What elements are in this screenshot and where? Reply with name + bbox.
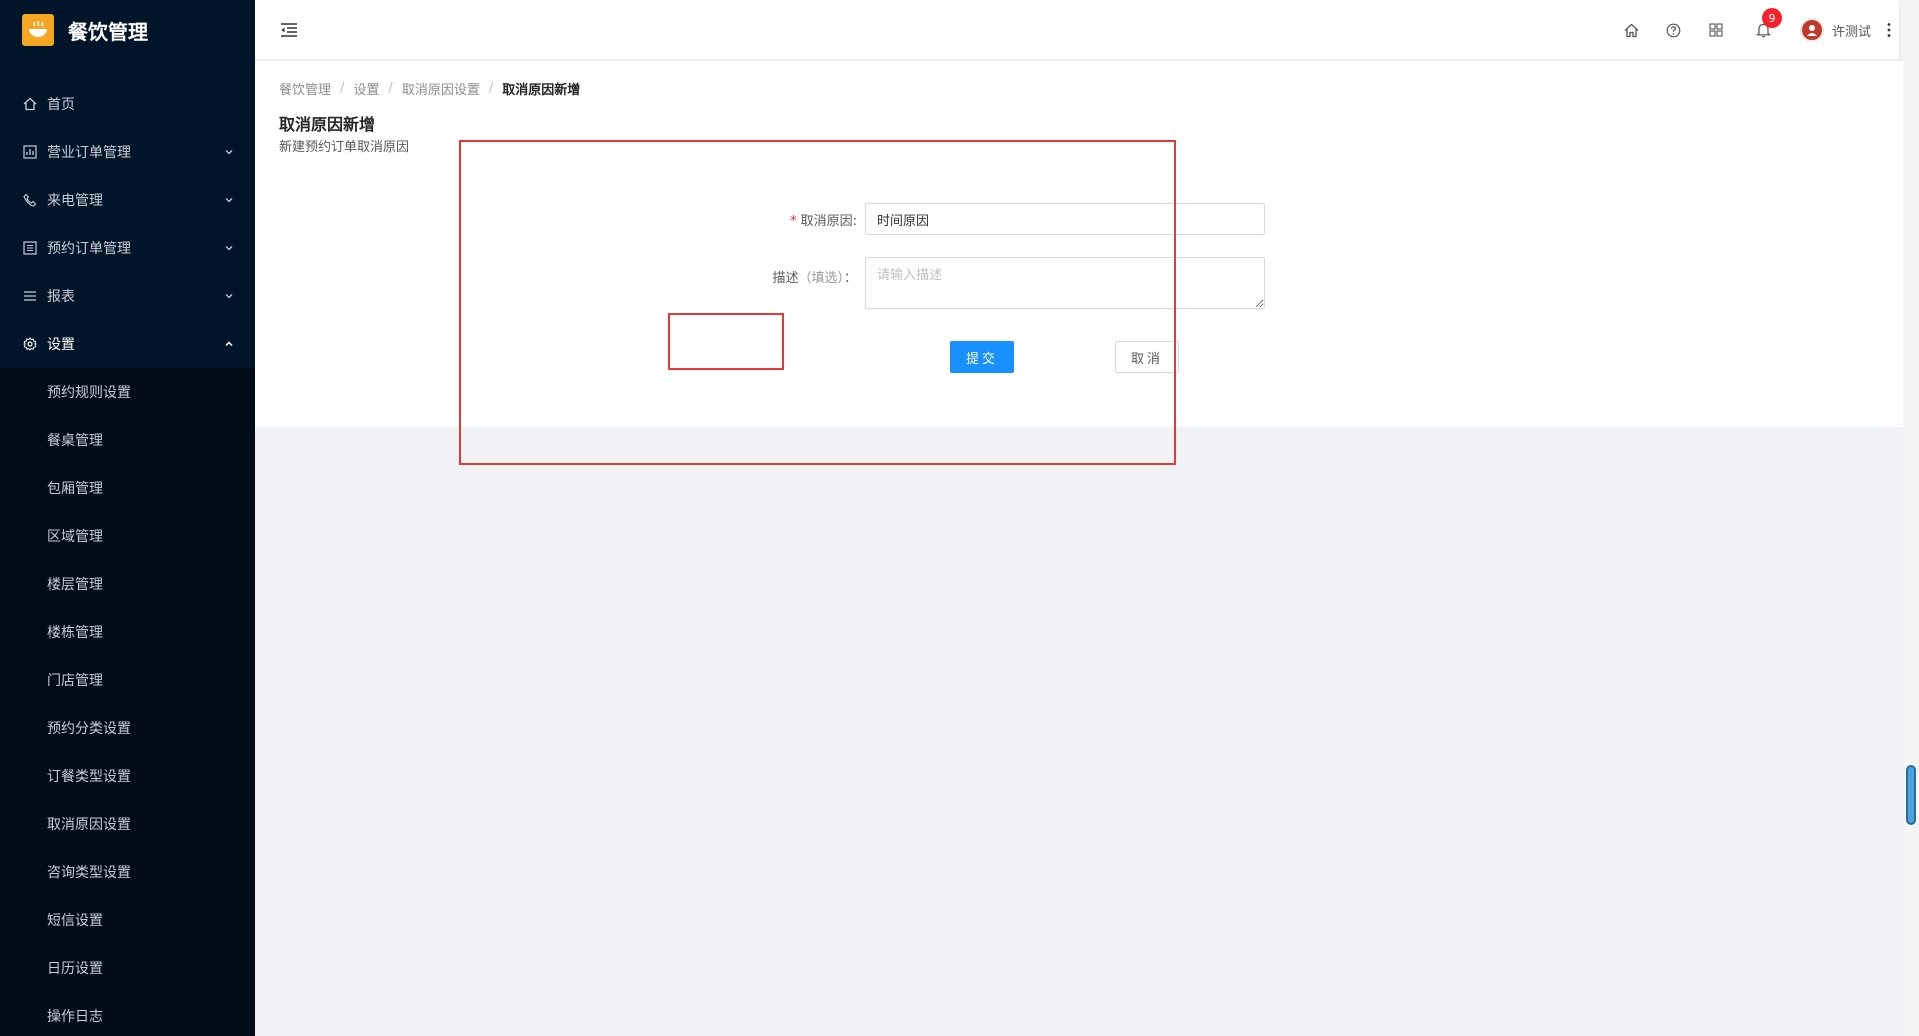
submenu-item[interactable]: 预约分类设置 — [0, 704, 255, 752]
logo-icon — [22, 14, 54, 46]
sidebar: 餐饮管理 首页 营业订单管理 来电管理 预约订单管理 报表 设置 预约规则设置 … — [0, 0, 255, 1036]
main-content: 餐饮管理 / 设置 / 取消原因设置 / 取消原因新增 取消原因新增 新建预约订… — [255, 61, 1903, 427]
reason-form-item: * 取消原因: — [715, 203, 1265, 235]
avatar — [1799, 18, 1824, 42]
chevron-down-icon — [223, 290, 235, 302]
sidebar-menu: 首页 营业订单管理 来电管理 预约订单管理 报表 设置 预约规则设置 餐桌管理 … — [0, 80, 255, 1036]
reason-label: * 取消原因: — [715, 210, 865, 229]
sidebar-item-home[interactable]: 首页 — [0, 80, 255, 128]
submenu-item[interactable]: 门店管理 — [0, 656, 255, 704]
sidebar-item-label: 来电管理 — [47, 193, 103, 209]
sidebar-item-settings[interactable]: 设置 — [0, 320, 255, 368]
breadcrumb-link[interactable]: 取消原因设置 — [402, 79, 480, 98]
submenu-item[interactable]: 操作日志 — [0, 992, 255, 1036]
settings-submenu: 预约规则设置 餐桌管理 包厢管理 区域管理 楼层管理 楼栋管理 门店管理 预约分… — [0, 368, 255, 1036]
description-label-text: 描述 — [772, 271, 799, 286]
submenu-item[interactable]: 楼栋管理 — [0, 608, 255, 656]
sidebar-item-label: 报表 — [47, 289, 75, 305]
submit-button[interactable]: 提交 — [950, 341, 1014, 373]
submenu-item[interactable]: 区域管理 — [0, 512, 255, 560]
sidebar-item-label: 预约订单管理 — [47, 241, 131, 257]
sidebar-item-label: 首页 — [47, 97, 75, 113]
menu-fold-icon[interactable] — [279, 20, 299, 40]
breadcrumb-link[interactable]: 餐饮管理 — [279, 79, 331, 98]
description-label: 描述（填选）： — [715, 257, 865, 286]
breadcrumb: 餐饮管理 / 设置 / 取消原因设置 / 取消原因新增 — [279, 79, 580, 98]
submenu-item[interactable]: 预约规则设置 — [0, 368, 255, 416]
breadcrumb-separator: / — [488, 81, 494, 96]
submenu-item[interactable]: 楼层管理 — [0, 560, 255, 608]
sidebar-item-business-orders[interactable]: 营业订单管理 — [0, 128, 255, 176]
logo[interactable]: 餐饮管理 — [0, 0, 255, 60]
top-header: 9 许测试 — [255, 0, 1899, 60]
user-menu[interactable]: 许测试 — [1799, 18, 1871, 42]
breadcrumb-separator: / — [340, 81, 345, 96]
submenu-item[interactable]: 短信设置 — [0, 896, 255, 944]
description-label-colon: ： — [843, 271, 857, 286]
cancel-reason-form: *取消原因: 描述（填选）： 提交 取消 — [715, 181, 1265, 373]
username: 许测试 — [1831, 24, 1871, 40]
header-actions: 9 许测试 — [1600, 0, 1893, 60]
description-form-item: 描述（填选）： — [715, 257, 1265, 309]
menu-icon — [22, 288, 38, 304]
submenu-item[interactable]: 餐桌管理 — [0, 416, 255, 464]
sidebar-item-reservation-orders[interactable]: 预约订单管理 — [0, 224, 255, 272]
reason-label-text: 取消原因: — [800, 213, 857, 229]
submenu-item[interactable]: 订餐类型设置 — [0, 752, 255, 800]
submenu-item[interactable]: 包厢管理 — [0, 464, 255, 512]
chevron-down-icon — [223, 242, 235, 254]
breadcrumb-separator: / — [388, 81, 393, 96]
bell-icon[interactable]: 9 — [1754, 8, 1782, 40]
list-icon — [22, 240, 38, 256]
scrollbar-thumb[interactable] — [1906, 765, 1916, 825]
form-actions: 提交 取消 — [715, 341, 1265, 373]
help-icon[interactable] — [1664, 20, 1684, 40]
required-mark: * — [790, 213, 797, 229]
chevron-down-icon — [223, 194, 235, 206]
chevron-up-icon — [223, 338, 235, 350]
page-scrollbar[interactable] — [1903, 0, 1919, 1036]
submenu-item[interactable]: 咨询类型设置 — [0, 848, 255, 896]
cancel-button[interactable]: 取消 — [1115, 341, 1179, 373]
gear-icon — [22, 336, 38, 352]
page-title: 取消原因新增 — [279, 115, 376, 134]
description-textarea[interactable] — [865, 257, 1265, 309]
bar-chart-icon — [22, 144, 38, 160]
breadcrumb-link[interactable]: 设置 — [353, 79, 379, 98]
page-description: 新建预约订单取消原因 — [279, 140, 410, 155]
sidebar-item-calls[interactable]: 来电管理 — [0, 176, 255, 224]
submenu-item[interactable]: 日历设置 — [0, 944, 255, 992]
chevron-down-icon — [223, 146, 235, 158]
app-title: 餐饮管理 — [68, 19, 148, 44]
cancel-reason-input[interactable] — [865, 203, 1265, 235]
breadcrumb-current: 取消原因新增 — [502, 83, 581, 98]
submenu-item-cancel-reasons[interactable]: 取消原因设置 — [0, 800, 255, 848]
apps-grid-icon[interactable] — [1706, 20, 1726, 40]
notification-badge: 9 — [1761, 8, 1782, 28]
home-icon — [22, 96, 38, 112]
more-vertical-icon[interactable] — [1885, 20, 1893, 40]
sidebar-item-label: 营业订单管理 — [47, 145, 131, 161]
optional-hint: （填选） — [798, 271, 844, 286]
sidebar-item-reports[interactable]: 报表 — [0, 272, 255, 320]
sidebar-item-label: 设置 — [47, 337, 75, 353]
phone-icon — [22, 192, 38, 208]
home-icon[interactable] — [1622, 20, 1642, 40]
